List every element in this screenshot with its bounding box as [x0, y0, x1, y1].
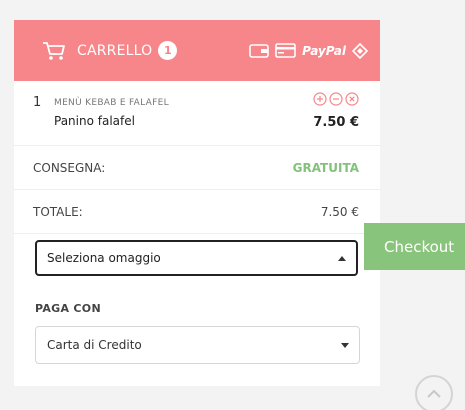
- cart-item: 1 MENÙ KEBAB E FALAFEL Panino falafel 7.…: [14, 81, 380, 146]
- item-category: MENÙ KEBAB E FALAFEL: [54, 98, 169, 108]
- item-actions: [313, 92, 359, 106]
- payment-method-select[interactable]: Carta di Credito: [35, 326, 360, 364]
- payment-methods: PayPal: [249, 42, 368, 59]
- cart-title: CARRELLO: [77, 42, 153, 59]
- delivery-value: GRATUITA: [292, 161, 359, 175]
- item-name: Panino falafel: [54, 114, 135, 128]
- gift-select-value: Seleziona omaggio: [47, 251, 161, 265]
- wallet-icon: [249, 43, 269, 59]
- cart-count-badge: 1: [158, 41, 178, 60]
- cart-panel: CARRELLO 1 PayPal 1 MENÙ KEBAB E FALAFEL…: [14, 20, 380, 386]
- chevron-up-icon: [427, 389, 441, 398]
- shopping-cart-icon: [42, 40, 68, 62]
- cart-header: CARRELLO 1 PayPal: [14, 20, 380, 81]
- item-quantity: 1: [33, 95, 42, 110]
- total-row: TOTALE: 7.50 €: [14, 190, 380, 234]
- gift-select[interactable]: Seleziona omaggio: [35, 240, 358, 276]
- paypal-icon: PayPal: [302, 43, 346, 58]
- item-price: 7.50 €: [313, 115, 359, 130]
- ticket-icon: [352, 42, 368, 59]
- credit-card-icon: [275, 43, 296, 58]
- close-circle-icon[interactable]: [345, 92, 359, 106]
- caret-up-icon: [338, 256, 346, 261]
- pay-with-label: PAGA CON: [35, 302, 101, 315]
- delivery-label: CONSEGNA:: [33, 161, 106, 175]
- plus-circle-icon[interactable]: [313, 92, 327, 106]
- total-value: 7.50 €: [320, 205, 359, 219]
- delivery-row: CONSEGNA: GRATUITA: [14, 146, 380, 190]
- minus-circle-icon[interactable]: [329, 92, 343, 106]
- payment-method-value: Carta di Credito: [47, 338, 142, 352]
- checkout-button[interactable]: Checkout: [364, 223, 465, 270]
- caret-down-icon: [341, 343, 349, 348]
- total-label: TOTALE:: [33, 205, 83, 219]
- scroll-to-top-button[interactable]: [415, 375, 453, 410]
